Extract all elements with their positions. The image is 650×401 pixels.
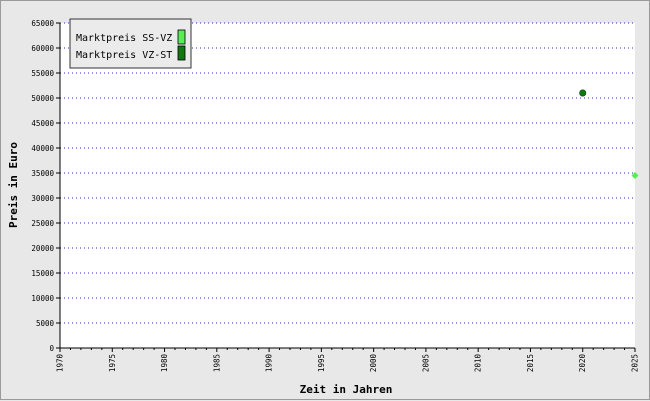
y-tick-label: 25000 — [31, 219, 54, 228]
y-tick-label: 60000 — [31, 44, 54, 53]
legend-label-vz-st: Marktpreis VZ-ST — [76, 50, 172, 61]
legend-swatch-vz-st — [177, 45, 186, 61]
x-tick-labels: 1970 1975 1980 1985 1990 1995 2000 2005 2010 2015… — [56, 354, 640, 373]
legend: Marktpreis SS-VZ Marktpreis VZ-ST — [69, 18, 192, 69]
x-tick-label: 1990 — [265, 354, 274, 373]
y-tick-label: 65000 — [31, 19, 54, 28]
y-tick-label: 30000 — [31, 194, 54, 203]
y-tick-label: 10000 — [31, 294, 54, 303]
y-tick-label: 50000 — [31, 94, 54, 103]
x-tick-label: 2015 — [526, 354, 535, 372]
y-tick-label: 45000 — [31, 119, 54, 128]
y-tick-label: 55000 — [31, 69, 54, 78]
y-tick-label: 15000 — [31, 269, 54, 278]
y-axis-title: Preis in Euro — [7, 142, 20, 228]
x-axis-title: Zeit in Jahren — [300, 383, 393, 396]
plot-area — [60, 23, 635, 348]
y-tick-label: 35000 — [31, 169, 54, 178]
scatter-chart: 0 5000 10000 15000 20000 25000 30000 35000 40000… — [7, 18, 640, 396]
legend-swatch-ss-vz — [177, 29, 186, 45]
x-tick-label: 1995 — [317, 354, 326, 372]
y-tick-label: 0 — [49, 344, 54, 353]
x-tick-label: 2010 — [474, 354, 483, 373]
y-tick-label: 40000 — [31, 144, 54, 153]
x-tick-label: 1980 — [160, 354, 169, 373]
x-tick-label: 2025 — [631, 354, 640, 372]
data-point-vz-st — [579, 89, 587, 97]
x-tick-label: 2020 — [578, 354, 587, 373]
x-tick-label: 1985 — [212, 354, 221, 372]
x-tick-label: 2000 — [369, 354, 378, 373]
x-tick-label: 2005 — [421, 354, 430, 372]
y-tick-labels: 0 5000 10000 15000 20000 25000 30000 35000 40000… — [31, 19, 54, 353]
x-tick-label: 1975 — [108, 354, 117, 372]
x-tick-label: 1970 — [56, 354, 65, 373]
y-tick-label: 20000 — [31, 244, 54, 253]
legend-label-ss-vz: Marktpreis SS-VZ — [76, 33, 172, 44]
y-tick-label: 5000 — [36, 319, 55, 328]
chart-frame: 0 5000 10000 15000 20000 25000 30000 35000 40000… — [0, 0, 650, 400]
